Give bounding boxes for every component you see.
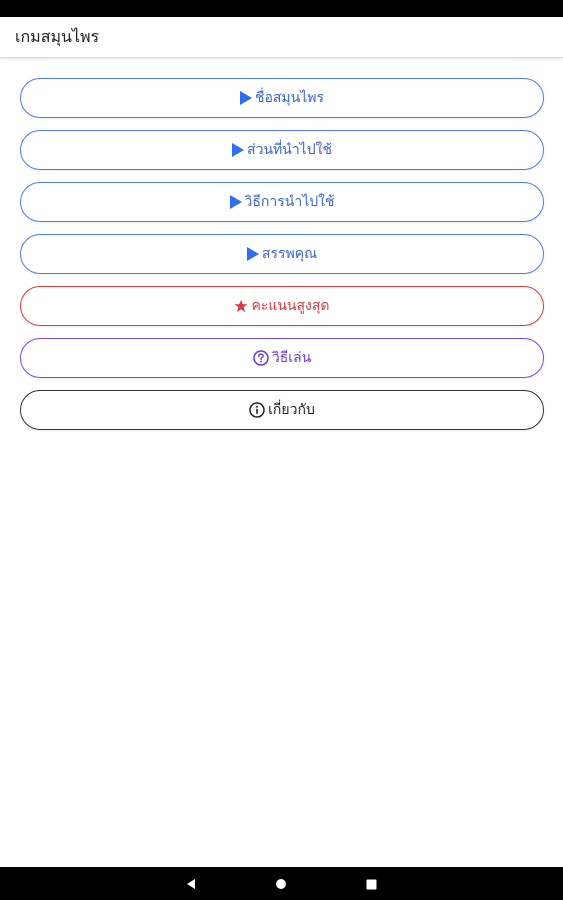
- how-to-play-label: วิธีเล่น: [271, 350, 312, 366]
- app-title: เกมสมุนไพร: [15, 27, 100, 46]
- navigation-bar: [0, 867, 563, 900]
- usage-method-button[interactable]: วิธีการนำไปใช้: [20, 182, 544, 222]
- back-icon[interactable]: [183, 876, 199, 892]
- about-button[interactable]: เกี่ยวกับ: [20, 390, 544, 430]
- properties-label: สรรพคุณ: [261, 246, 318, 262]
- home-icon[interactable]: [273, 876, 289, 892]
- main-menu: ชื่อสมุนไพร ส่วนที่นำไปใช้ วิธีการนำไปใช…: [20, 78, 544, 442]
- play-icon: [232, 143, 245, 157]
- play-icon: [246, 247, 259, 261]
- play-icon: [239, 91, 252, 105]
- info-circle-icon: [249, 402, 265, 418]
- herb-name-label: ชื่อสมุนไพร: [254, 90, 325, 106]
- about-label: เกี่ยวกับ: [268, 402, 315, 418]
- recents-icon[interactable]: [363, 876, 379, 892]
- play-icon: [229, 195, 242, 209]
- question-circle-icon: [253, 350, 269, 366]
- app-bar: เกมสมุนไพร: [0, 17, 563, 58]
- high-score-label: คะแนนสูงสุด: [251, 298, 330, 314]
- used-parts-label: ส่วนที่นำไปใช้: [247, 142, 332, 158]
- properties-button[interactable]: สรรพคุณ: [20, 234, 544, 274]
- high-score-button[interactable]: คะแนนสูงสุด: [20, 286, 544, 326]
- star-icon: [234, 299, 248, 313]
- status-bar: [0, 0, 563, 17]
- used-parts-button[interactable]: ส่วนที่นำไปใช้: [20, 130, 544, 170]
- usage-method-label: วิธีการนำไปใช้: [244, 194, 335, 210]
- herb-name-button[interactable]: ชื่อสมุนไพร: [20, 78, 544, 118]
- how-to-play-button[interactable]: วิธีเล่น: [20, 338, 544, 378]
